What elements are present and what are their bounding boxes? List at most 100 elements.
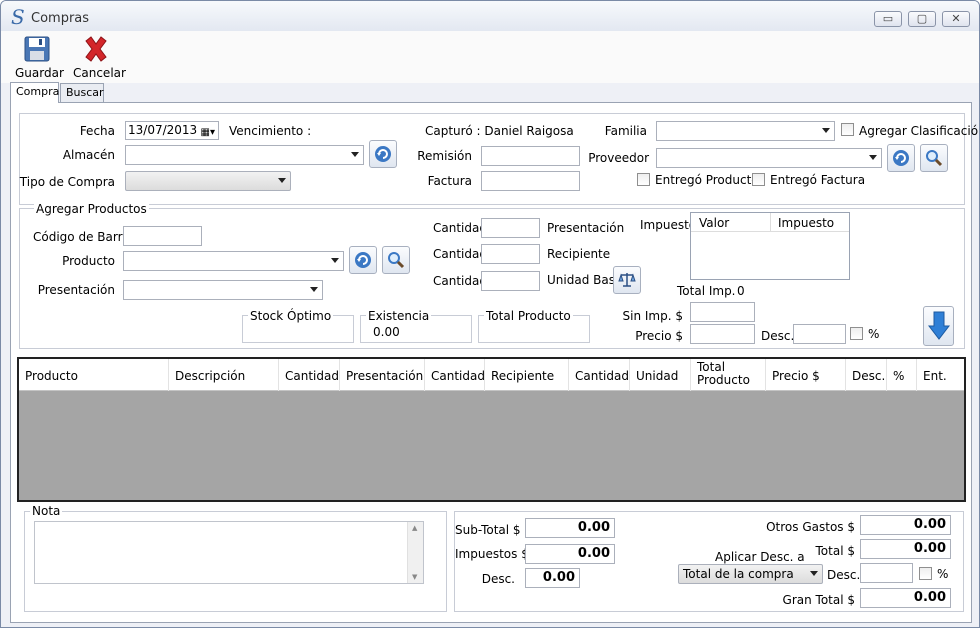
col-desc[interactable]: Desc. [846, 359, 887, 391]
col-label: Desc. [852, 369, 886, 383]
proveedor-label: Proveedor [588, 151, 649, 165]
col-cantidad-3[interactable]: Cantidad [569, 359, 630, 391]
presentacion-label: Presentación [37, 283, 115, 297]
proveedor-refresh-button[interactable] [887, 144, 915, 172]
arrow-down-icon [928, 311, 950, 340]
col-cantidad-2[interactable]: Cantidad [425, 359, 485, 391]
close-window-button[interactable]: ✕ [942, 11, 970, 27]
agregar-clasificacion-label: Agregar Clasificación [859, 124, 980, 138]
pct2-label: % [937, 567, 949, 581]
magnifier-icon [926, 150, 943, 167]
nota-scrollbar[interactable]: ▲ ▼ [407, 522, 423, 583]
col-total-producto[interactable]: Total Producto [691, 359, 766, 391]
producto-select[interactable] [123, 251, 344, 271]
title-bar: S Compras ▭ ▢ ✕ [1, 1, 979, 31]
codigo-barras-input[interactable] [123, 226, 202, 246]
col-producto[interactable]: Producto [19, 359, 169, 391]
scroll-down-icon: ▼ [412, 573, 418, 581]
col-presentacion[interactable]: Presentación [340, 359, 425, 391]
familia-select[interactable] [656, 121, 835, 141]
tab-compra[interactable]: Compra [10, 82, 59, 103]
nota-legend: Nota [30, 504, 63, 518]
desc2-input[interactable] [860, 563, 913, 583]
capturo-label: Capturó : Daniel Raigosa [425, 124, 574, 138]
otros-gastos-value[interactable]: 0.00 [860, 515, 951, 535]
fecha-value: 13/07/2013 [128, 123, 198, 137]
chevron-down-icon [822, 128, 830, 133]
desc-input[interactable] [793, 324, 846, 344]
productos-grid[interactable]: Producto Descripción Cantidad Presentaci… [17, 357, 966, 502]
col-recipiente[interactable]: Recipiente [485, 359, 569, 391]
presentacion-select[interactable] [123, 280, 323, 300]
total-value: 0.00 [860, 539, 951, 559]
cantidad-unidad-label: Cantidad [433, 274, 487, 288]
col-cantidad-1[interactable]: Cantidad [279, 359, 340, 391]
proveedor-select[interactable] [656, 148, 882, 168]
tab-buscar[interactable]: Buscar [60, 83, 104, 103]
almacen-refresh-button[interactable] [369, 140, 397, 168]
col-pct[interactable]: % [887, 359, 917, 391]
fecha-datepicker[interactable]: 13/07/2013 ▦▾ [125, 121, 219, 140]
desc2-pct-checkbox[interactable] [919, 567, 932, 580]
col-label: Total Producto [697, 360, 750, 387]
col-label: % [893, 369, 905, 383]
sin-imp-input[interactable] [690, 302, 755, 322]
factura-input[interactable] [481, 171, 580, 191]
col-label: Descripción [175, 369, 246, 383]
save-button[interactable]: Guardar [15, 35, 64, 80]
cancel-button[interactable]: Cancelar [73, 35, 126, 80]
total-imp-label: Total Imp. [677, 284, 736, 298]
tipo-compra-label: Tipo de Compra [19, 175, 115, 189]
almacen-select[interactable] [125, 145, 364, 165]
col-label: Unidad [636, 369, 679, 383]
balance-button[interactable] [613, 266, 641, 294]
minimize-button[interactable]: ▭ [874, 11, 902, 27]
proveedor-search-button[interactable] [920, 144, 948, 172]
impuesto-list[interactable]: Valor Impuesto [690, 212, 850, 280]
toolbar: Guardar Cancelar [1, 31, 979, 83]
col-descripcion[interactable]: Descripción [169, 359, 279, 391]
pct-label: % [868, 327, 880, 341]
impuesto-list-header: Valor Impuesto [691, 213, 849, 232]
codigo-barras-label: Código de Barras [33, 230, 137, 244]
cantidad-presentacion-label: Cantidad [433, 221, 487, 235]
otros-gastos-label: Otros Gastos $ [766, 520, 855, 534]
close-icon: ✕ [951, 12, 961, 25]
add-product-button[interactable] [923, 306, 954, 346]
refresh-icon [355, 252, 371, 268]
cantidad-presentacion-input[interactable] [481, 218, 540, 238]
existencia-legend: Existencia [366, 309, 432, 323]
column-divider [770, 213, 771, 232]
cancel-label: Cancelar [73, 66, 126, 80]
desc-label: Desc. [761, 329, 795, 343]
desc-total-label: Desc. [481, 572, 515, 586]
maximize-button[interactable]: ▢ [908, 11, 936, 27]
col-ent[interactable]: Ent. [917, 359, 964, 391]
fecha-label: Fecha [79, 124, 115, 138]
calendar-icon: ▦▾ [200, 127, 215, 138]
nota-textarea[interactable]: ▲ ▼ [34, 521, 424, 584]
col-unidad[interactable]: Unidad [630, 359, 691, 391]
cantidad-unidad-input[interactable] [481, 271, 540, 291]
familia-label: Familia [604, 124, 647, 138]
impuestos-label: Impuestos $ [455, 547, 529, 561]
entrego-producto-checkbox[interactable] [637, 173, 650, 186]
tipo-compra-select[interactable] [125, 171, 291, 191]
red-x-icon [85, 36, 107, 62]
cantidad-recipiente-label: Cantidad [433, 247, 487, 261]
aplicar-desc-select[interactable]: Total de la compra [678, 564, 823, 584]
producto-label: Producto [62, 254, 115, 268]
cantidad-recipiente-input[interactable] [481, 244, 540, 264]
agregar-clasificacion-checkbox[interactable] [841, 123, 854, 136]
chevron-down-icon [351, 152, 359, 157]
precio-input[interactable] [690, 324, 755, 344]
col-precio[interactable]: Precio $ [766, 359, 846, 391]
recipiente-unit-label: Recipiente [547, 247, 611, 261]
entrego-producto-label: Entregó Producto [655, 173, 759, 187]
chevron-down-icon [810, 571, 818, 576]
producto-search-button[interactable] [382, 246, 410, 274]
remision-input[interactable] [481, 146, 580, 166]
entrego-factura-checkbox[interactable] [752, 173, 765, 186]
desc-pct-checkbox[interactable] [850, 327, 863, 340]
producto-refresh-button[interactable] [349, 246, 377, 274]
